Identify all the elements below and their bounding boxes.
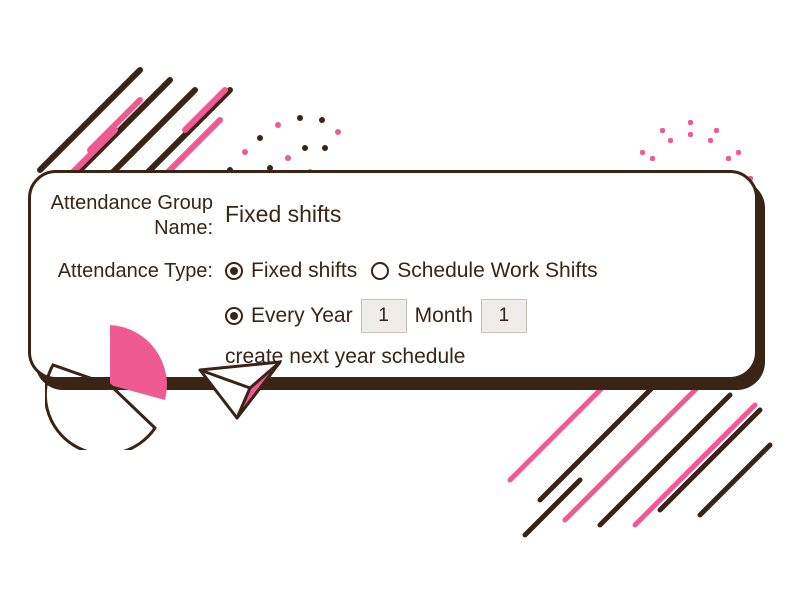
type-options-line: Fixed shifts Schedule Work Shifts <box>225 255 731 287</box>
radio-fixed-shifts[interactable] <box>225 262 243 280</box>
row-group-name: Attendance Group Name: Fixed shifts <box>43 191 731 241</box>
radio-schedule-work-shifts[interactable] <box>371 262 389 280</box>
settings-card: Attendance Group Name: Fixed shifts Atte… <box>28 170 758 380</box>
schedule-rule-line: Every Year 1 Month 1 create next year sc… <box>225 299 731 373</box>
input-day[interactable]: 1 <box>481 299 527 334</box>
label-attendance-type: Attendance Type: <box>43 255 225 284</box>
radio-fixed-shifts-label: Fixed shifts <box>251 255 357 287</box>
row-attendance-type: Attendance Type: Fixed shifts Schedule W… <box>43 255 731 385</box>
value-attendance-type: Fixed shifts Schedule Work Shifts Every … <box>225 255 731 385</box>
radio-schedule-work-shifts-label: Schedule Work Shifts <box>397 255 597 287</box>
input-month[interactable]: 1 <box>361 299 407 334</box>
value-group-name[interactable]: Fixed shifts <box>225 191 731 232</box>
text-tail: create next year schedule <box>225 341 465 373</box>
diagonal-lines-bottom-right <box>470 360 790 560</box>
text-month-label: Month <box>415 300 473 332</box>
text-every-year: Every Year <box>251 300 353 332</box>
radio-every-year[interactable] <box>225 307 243 325</box>
label-group-name: Attendance Group Name: <box>43 191 225 241</box>
stage: Attendance Group Name: Fixed shifts Atte… <box>0 0 800 600</box>
